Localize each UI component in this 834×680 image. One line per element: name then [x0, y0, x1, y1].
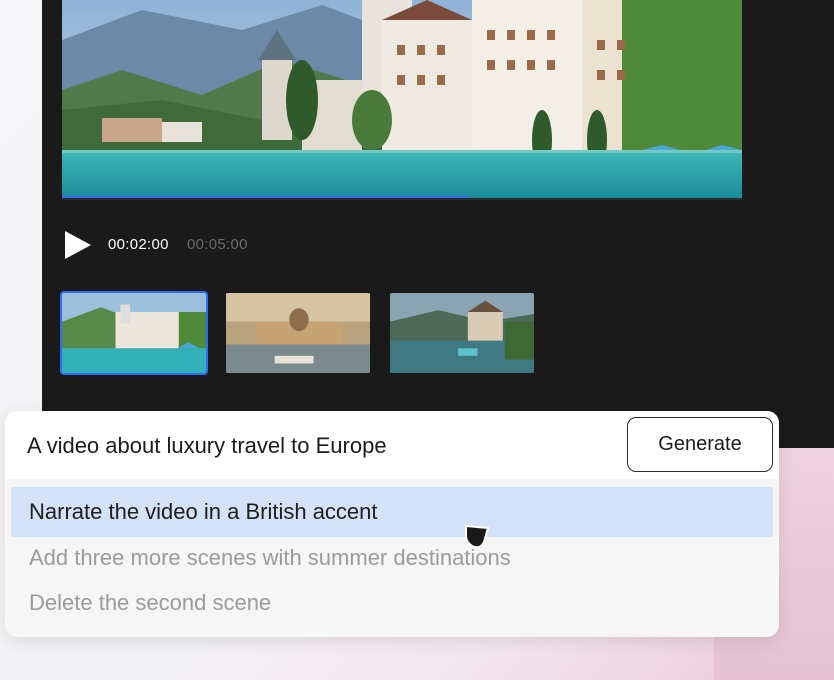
- suggestion-item[interactable]: Delete the second scene: [11, 578, 773, 628]
- playback-progress-bar[interactable]: [62, 196, 470, 198]
- scene-thumbnail-2[interactable]: [224, 291, 372, 375]
- mouse-cursor-icon: [465, 524, 490, 549]
- suggestion-item[interactable]: Narrate the video in a British accent: [11, 487, 773, 537]
- lake-town-thumbnail-image: [62, 293, 206, 373]
- scene-thumbnails: [60, 291, 536, 375]
- scene-thumbnail-1[interactable]: [60, 291, 208, 375]
- prompt-input[interactable]: A video about luxury travel to Europe: [27, 433, 387, 459]
- prompt-panel: A video about luxury travel to Europe Ge…: [5, 411, 779, 637]
- current-time: 00:02:00: [108, 236, 169, 253]
- lake-town-preview-image: [62, 0, 742, 198]
- suggestion-item[interactable]: Add three more scenes with summer destin…: [11, 533, 773, 583]
- scene-thumbnail-3[interactable]: [388, 291, 536, 375]
- play-button[interactable]: [63, 230, 93, 260]
- generate-button[interactable]: Generate: [627, 417, 773, 472]
- lakeside-castle-thumbnail-image: [390, 293, 534, 373]
- prompt-input-row: A video about luxury travel to Europe Ge…: [5, 411, 779, 479]
- total-duration: 00:05:00: [187, 236, 248, 253]
- city-parliament-thumbnail-image: [226, 293, 370, 373]
- play-icon: [65, 231, 91, 259]
- video-preview[interactable]: [62, 0, 742, 200]
